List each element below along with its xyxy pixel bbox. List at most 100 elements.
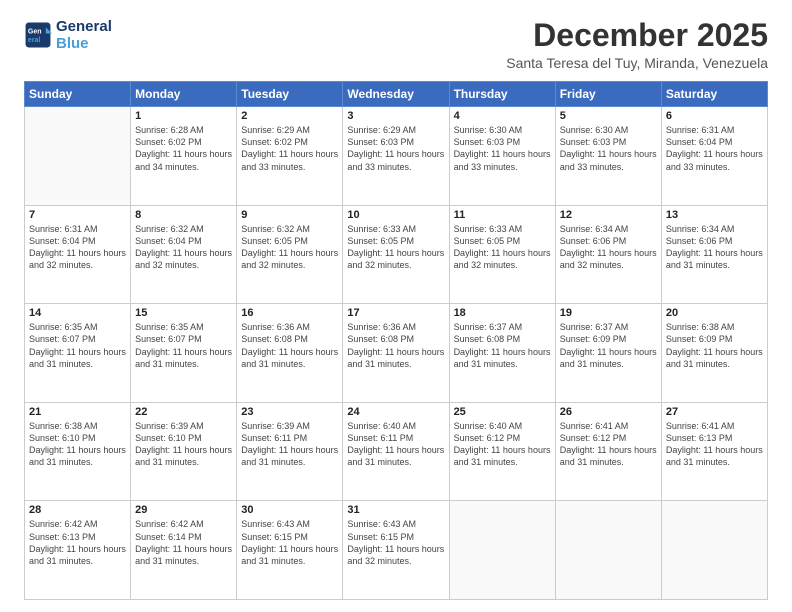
calendar-week-row: 7 Sunrise: 6:31 AMSunset: 6:04 PMDaylight… — [25, 205, 768, 304]
calendar-day-cell: 16Sunrise: 6:36 AMSunset: 6:08 PMDayligh… — [237, 304, 343, 403]
calendar-day-cell: 27Sunrise: 6:41 AMSunset: 6:13 PMDayligh… — [661, 402, 767, 501]
calendar-day-cell: 1 Sunrise: 6:28 AMSunset: 6:02 PMDaylight… — [131, 107, 237, 206]
day-number: 25 — [454, 406, 551, 418]
day-number: 24 — [347, 406, 444, 418]
day-info: Sunrise: 6:38 AMSunset: 6:10 PMDaylight:… — [29, 420, 126, 469]
calendar-day-cell: 13 Sunrise: 6:34 AMSunset: 6:06 PMDayligh… — [661, 205, 767, 304]
calendar-day-cell: 10 Sunrise: 6:33 AMSunset: 6:05 PMDayligh… — [343, 205, 449, 304]
day-number: 14 — [29, 307, 126, 319]
calendar-day-cell — [449, 501, 555, 600]
day-info: Sunrise: 6:37 AMSunset: 6:09 PMDaylight:… — [560, 321, 657, 370]
day-info: Sunrise: 6:33 AMSunset: 6:05 PMDaylight:… — [347, 223, 444, 272]
day-number: 26 — [560, 406, 657, 418]
calendar-day-cell: 26Sunrise: 6:41 AMSunset: 6:12 PMDayligh… — [555, 402, 661, 501]
calendar-day-cell: 31 Sunrise: 6:43 AMSunset: 6:15 PMDayligh… — [343, 501, 449, 600]
calendar-week-row: 1 Sunrise: 6:28 AMSunset: 6:02 PMDaylight… — [25, 107, 768, 206]
day-info: Sunrise: 6:43 AMSunset: 6:15 PMDaylight:… — [347, 518, 444, 567]
day-number: 22 — [135, 406, 232, 418]
day-info: Sunrise: 6:29 AMSunset: 6:02 PMDaylight:… — [241, 124, 338, 173]
day-info: Sunrise: 6:31 AMSunset: 6:04 PMDaylight:… — [666, 124, 763, 173]
calendar-day-cell: 12Sunrise: 6:34 AMSunset: 6:06 PMDayligh… — [555, 205, 661, 304]
day-info: Sunrise: 6:38 AMSunset: 6:09 PMDaylight:… — [666, 321, 763, 370]
calendar-header-cell: Friday — [555, 82, 661, 107]
calendar-day-cell — [555, 501, 661, 600]
day-number: 12 — [560, 209, 657, 221]
day-info: Sunrise: 6:31 AMSunset: 6:04 PMDaylight:… — [29, 223, 126, 272]
day-number: 9 — [241, 209, 338, 221]
calendar-header-cell: Wednesday — [343, 82, 449, 107]
day-info: Sunrise: 6:30 AMSunset: 6:03 PMDaylight:… — [560, 124, 657, 173]
calendar-day-cell: 14Sunrise: 6:35 AMSunset: 6:07 PMDayligh… — [25, 304, 131, 403]
day-number: 8 — [135, 209, 232, 221]
day-info: Sunrise: 6:43 AMSunset: 6:15 PMDaylight:… — [241, 518, 338, 567]
logo-line1: General — [56, 18, 112, 35]
calendar-day-cell: 30 Sunrise: 6:43 AMSunset: 6:15 PMDayligh… — [237, 501, 343, 600]
calendar-day-cell: 4Sunrise: 6:30 AMSunset: 6:03 PMDaylight… — [449, 107, 555, 206]
calendar-day-cell: 3 Sunrise: 6:29 AMSunset: 6:03 PMDaylight… — [343, 107, 449, 206]
calendar-day-cell: 20 Sunrise: 6:38 AMSunset: 6:09 PMDayligh… — [661, 304, 767, 403]
day-number: 19 — [560, 307, 657, 319]
day-info: Sunrise: 6:30 AMSunset: 6:03 PMDaylight:… — [454, 124, 551, 173]
day-info: Sunrise: 6:40 AMSunset: 6:11 PMDaylight:… — [347, 420, 444, 469]
day-number: 6 — [666, 110, 763, 122]
day-number: 7 — [29, 209, 126, 221]
day-info: Sunrise: 6:40 AMSunset: 6:12 PMDaylight:… — [454, 420, 551, 469]
location: Santa Teresa del Tuy, Miranda, Venezuela — [506, 55, 768, 71]
calendar-day-cell: 15 Sunrise: 6:35 AMSunset: 6:07 PMDayligh… — [131, 304, 237, 403]
day-number: 5 — [560, 110, 657, 122]
calendar-week-row: 21 Sunrise: 6:38 AMSunset: 6:10 PMDayligh… — [25, 402, 768, 501]
day-info: Sunrise: 6:42 AMSunset: 6:14 PMDaylight:… — [135, 518, 232, 567]
day-info: Sunrise: 6:36 AMSunset: 6:08 PMDaylight:… — [347, 321, 444, 370]
day-info: Sunrise: 6:29 AMSunset: 6:03 PMDaylight:… — [347, 124, 444, 173]
logo-text: General Blue — [56, 18, 112, 53]
day-number: 15 — [135, 307, 232, 319]
day-number: 29 — [135, 504, 232, 516]
calendar-header-cell: Tuesday — [237, 82, 343, 107]
calendar-day-cell: 8Sunrise: 6:32 AMSunset: 6:04 PMDaylight… — [131, 205, 237, 304]
day-info: Sunrise: 6:34 AMSunset: 6:06 PMDaylight:… — [666, 223, 763, 272]
day-number: 1 — [135, 110, 232, 122]
day-info: Sunrise: 6:42 AMSunset: 6:13 PMDaylight:… — [29, 518, 126, 567]
calendar-day-cell: 18 Sunrise: 6:37 AMSunset: 6:08 PMDayligh… — [449, 304, 555, 403]
calendar-day-cell: 21 Sunrise: 6:38 AMSunset: 6:10 PMDayligh… — [25, 402, 131, 501]
day-number: 28 — [29, 504, 126, 516]
calendar-header-cell: Monday — [131, 82, 237, 107]
day-info: Sunrise: 6:39 AMSunset: 6:10 PMDaylight:… — [135, 420, 232, 469]
calendar-day-cell: 5 Sunrise: 6:30 AMSunset: 6:03 PMDaylight… — [555, 107, 661, 206]
header: Gen eral General Blue December 2025 Sant… — [24, 18, 768, 71]
calendar-day-cell: 11Sunrise: 6:33 AMSunset: 6:05 PMDayligh… — [449, 205, 555, 304]
day-number: 16 — [241, 307, 338, 319]
day-number: 20 — [666, 307, 763, 319]
day-info: Sunrise: 6:32 AMSunset: 6:05 PMDaylight:… — [241, 223, 338, 272]
day-number: 31 — [347, 504, 444, 516]
calendar-day-cell: 25 Sunrise: 6:40 AMSunset: 6:12 PMDayligh… — [449, 402, 555, 501]
title-block: December 2025 Santa Teresa del Tuy, Mira… — [506, 18, 768, 71]
day-number: 30 — [241, 504, 338, 516]
calendar-day-cell: 9 Sunrise: 6:32 AMSunset: 6:05 PMDaylight… — [237, 205, 343, 304]
calendar-day-cell: 24 Sunrise: 6:40 AMSunset: 6:11 PMDayligh… — [343, 402, 449, 501]
logo-icon: Gen eral — [24, 21, 52, 49]
calendar-header-cell: Saturday — [661, 82, 767, 107]
calendar-day-cell: 17Sunrise: 6:36 AMSunset: 6:08 PMDayligh… — [343, 304, 449, 403]
day-number: 13 — [666, 209, 763, 221]
day-number: 23 — [241, 406, 338, 418]
calendar-week-row: 14 Sunrise: 6:35 AMSunset: 6:07 PMDayligh… — [25, 304, 768, 403]
day-info: Sunrise: 6:35 AMSunset: 6:07 PMDaylight:… — [135, 321, 232, 370]
day-number: 3 — [347, 110, 444, 122]
day-number: 21 — [29, 406, 126, 418]
calendar-header-row: SundayMondayTuesdayWednesdayThursdayFrid… — [25, 82, 768, 107]
calendar-day-cell — [25, 107, 131, 206]
day-info: Sunrise: 6:37 AMSunset: 6:08 PMDaylight:… — [454, 321, 551, 370]
calendar-day-cell: 22 Sunrise: 6:39 AMSunset: 6:10 PMDayligh… — [131, 402, 237, 501]
day-info: Sunrise: 6:28 AMSunset: 6:02 PMDaylight:… — [135, 124, 232, 173]
calendar-day-cell: 19 Sunrise: 6:37 AMSunset: 6:09 PMDayligh… — [555, 304, 661, 403]
calendar-header-cell: Sunday — [25, 82, 131, 107]
svg-text:Gen: Gen — [28, 29, 42, 36]
day-number: 10 — [347, 209, 444, 221]
calendar-table: SundayMondayTuesdayWednesdayThursdayFrid… — [24, 81, 768, 600]
logo: Gen eral General Blue — [24, 18, 112, 53]
month-title: December 2025 — [506, 18, 768, 53]
day-info: Sunrise: 6:39 AMSunset: 6:11 PMDaylight:… — [241, 420, 338, 469]
day-number: 18 — [454, 307, 551, 319]
calendar-day-cell: 7 Sunrise: 6:31 AMSunset: 6:04 PMDaylight… — [25, 205, 131, 304]
